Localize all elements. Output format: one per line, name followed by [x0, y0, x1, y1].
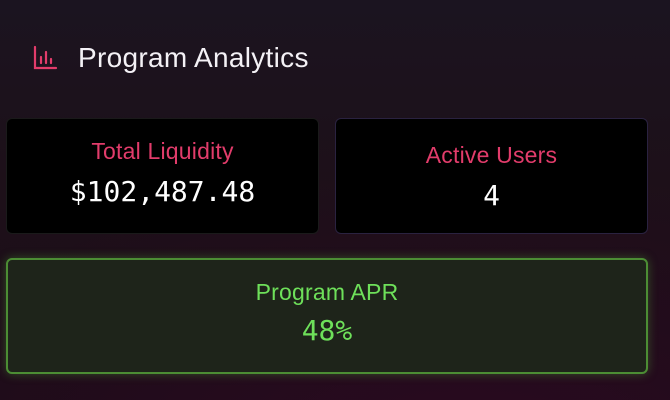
active-users-label: Active Users — [425, 142, 558, 168]
total-liquidity-value: $102,487.48 — [69, 175, 256, 208]
program-apr-label: Program APR — [255, 279, 399, 305]
bar-chart-icon — [32, 45, 58, 71]
total-liquidity-card: Total Liquidity $102,487.48 — [6, 118, 319, 234]
program-apr-card: Program APR 48% — [6, 258, 648, 374]
analytics-header: Program Analytics — [32, 40, 309, 76]
total-liquidity-label: Total Liquidity — [91, 138, 234, 164]
active-users-value: 4 — [483, 179, 500, 212]
page-title: Program Analytics — [78, 42, 309, 73]
active-users-card: Active Users 4 — [335, 118, 648, 234]
program-apr-value: 48% — [301, 314, 353, 347]
